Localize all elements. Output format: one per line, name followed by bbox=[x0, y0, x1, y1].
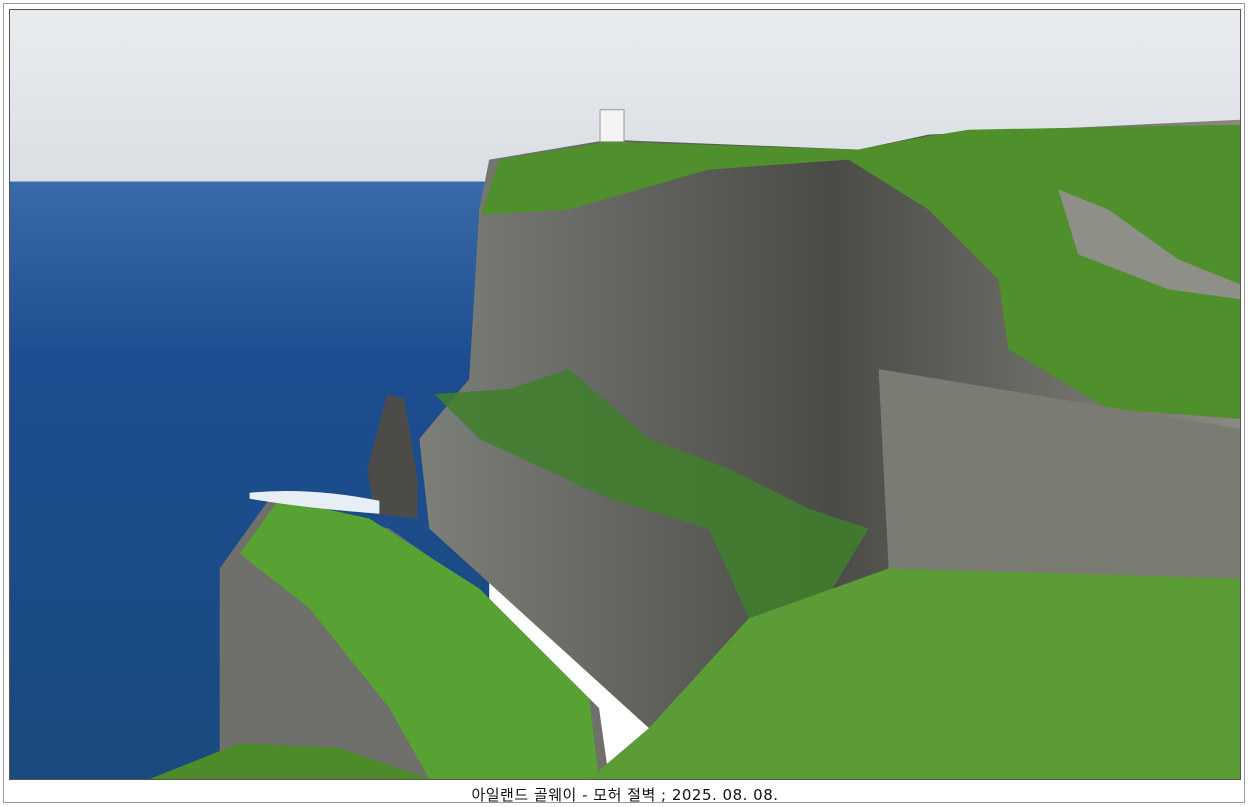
cliffs-photo bbox=[9, 9, 1241, 780]
lighthouse bbox=[599, 109, 625, 143]
cliffs-illustration bbox=[10, 10, 1240, 779]
photo-caption: 아일랜드 골웨이 - 모허 절벽 ; 2025. 08. 08. bbox=[471, 786, 779, 804]
